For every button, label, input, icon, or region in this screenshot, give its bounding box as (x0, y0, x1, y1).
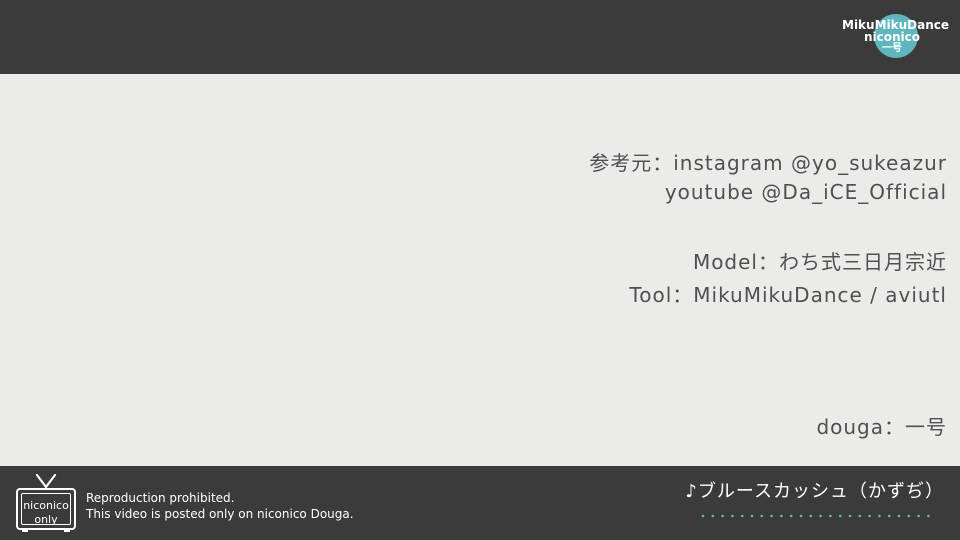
divider-dot (711, 514, 715, 518)
badge-text-niconico: niconico (23, 499, 69, 512)
dotted-divider (701, 514, 930, 518)
divider-dot (740, 514, 744, 518)
divider-dot (731, 514, 734, 518)
song-title: ♪ブルースカッシュ（かずぢ） (685, 481, 944, 502)
divider-dot (819, 514, 822, 518)
divider-dot (868, 514, 871, 518)
divider-dot (809, 514, 813, 518)
divider-dot (917, 514, 920, 518)
divider-dot (858, 514, 862, 518)
divider-dot (887, 514, 891, 518)
logo-text-author: 一号 (882, 43, 902, 54)
notice-posted-only: This video is posted only on niconico Do… (86, 507, 354, 521)
divider-dot (701, 514, 705, 518)
divider-dot (721, 514, 724, 518)
tv-screen-icon: niconico only (16, 488, 76, 530)
video-frame: MikuMikuDance niconico 一号 参考元：instagram … (0, 0, 960, 540)
divider-dot (770, 514, 773, 518)
credit-model: Model：わち式三日月宗近 (692, 250, 947, 274)
logo-text-niconico: niconico (863, 30, 921, 44)
top-bar: MikuMikuDance niconico 一号 (0, 0, 960, 74)
divider-dot (878, 514, 881, 518)
bottom-bar: niconico only Reproduction prohibited. T… (0, 466, 960, 540)
divider-dot (838, 514, 842, 518)
mmd-niconico-logo: MikuMikuDance niconico 一号 (842, 14, 949, 58)
divider-dot (799, 514, 803, 518)
divider-dot (907, 514, 911, 518)
divider-dot (927, 514, 930, 518)
tv-antenna-icon (35, 474, 57, 488)
divider-dot (760, 514, 764, 518)
credit-reference: 参考元：instagram @yo_sukeazur (589, 151, 947, 175)
divider-dot (789, 514, 793, 518)
divider-dot (750, 514, 754, 518)
credit-douga: douga：一号 (816, 415, 947, 439)
credit-reference-youtube: youtube @Da_iCE_Official (664, 180, 947, 204)
notice-reproduction: Reproduction prohibited. (86, 491, 235, 505)
badge-text-only: only (34, 513, 58, 526)
divider-dot (897, 514, 901, 518)
divider-dot (848, 514, 852, 518)
niconico-only-badge: niconico only (16, 474, 76, 532)
credit-tool: Tool：MikuMikuDance / aviutl (629, 283, 947, 307)
divider-dot (829, 514, 832, 518)
divider-dot (780, 514, 783, 518)
